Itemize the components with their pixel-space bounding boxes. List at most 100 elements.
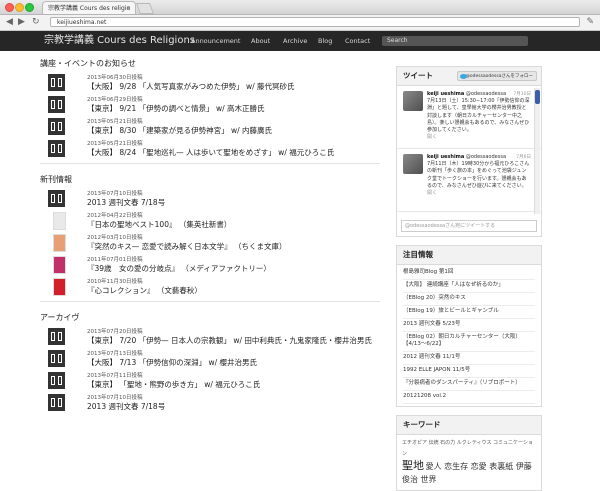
tweet-user-name[interactable]: keiji ueshima (427, 154, 464, 160)
post-title-link[interactable]: 『日本の聖地ベスト100』 （集英社新書） (87, 219, 231, 230)
post-title-link[interactable]: 【東京】 「聖地・熊野の歩き方」 w/ 福元ひろこ氏 (87, 379, 260, 390)
tweet-user-name[interactable]: keiji ueshima (427, 91, 464, 97)
tweet-body: 7月11日（木）19時30分から福元ひろこさんの新刊「歩く旅の本」をめぐって池袋… (427, 161, 530, 189)
book-cover-thumbnail[interactable] (53, 234, 66, 252)
address-bar[interactable]: keijiueshima.net (50, 17, 580, 27)
forward-icon[interactable]: ▶ (18, 17, 25, 27)
post-title-link[interactable]: 【大阪】 7/13 「伊勢信仰の深淵」 w/ 櫻井治男氏 (87, 357, 257, 368)
post-thumbnail-icon[interactable] (48, 190, 65, 207)
tweet-date[interactable]: 7月6日 (516, 154, 531, 160)
close-window-button[interactable] (5, 3, 14, 12)
window-titlebar: 宗教学講義 Cours des religio × (0, 0, 600, 15)
post-title-link[interactable]: 『39歳 女の愛の分岐点』 （メディアファクトリー） (87, 263, 271, 274)
list-item[interactable]: 2012年03月10日投稿 『突然のキス— 恋愛で読み解く日本文学』 （ちくま文庫… (40, 232, 380, 254)
avatar[interactable] (403, 154, 423, 174)
new-tab-button[interactable] (135, 3, 155, 14)
tweet-expand-link[interactable]: 開く (427, 190, 437, 196)
book-cover-thumbnail[interactable] (53, 278, 66, 296)
follow-button[interactable]: @odessaodessaさんをフォロー (457, 71, 537, 81)
post-title-link[interactable]: 【東京】 8/30 「建築家が見る伊勢神宮」 w/ 内藤廣氏 (87, 125, 272, 136)
post-title-link[interactable]: 2013 週刊文春 7/18号 (87, 401, 165, 412)
post-date: 2013年05月21日投稿 (87, 119, 143, 125)
list-item[interactable]: 2013年05月21日投稿 【東京】 8/30 「建築家が見る伊勢神宮」 w/ 内… (40, 116, 380, 138)
post-title-link[interactable]: 『突然のキス— 恋愛で読み解く日本文学』 （ちくま文庫） (87, 241, 287, 252)
minimize-window-button[interactable] (15, 3, 24, 12)
post-title-link[interactable]: 【東京】 9/21 「伊勢の調べと情景」 w/ 高木正勝氏 (87, 103, 265, 114)
noted-link[interactable]: （EBlog 20）突然のキス (403, 293, 535, 306)
post-thumbnail-icon[interactable] (48, 140, 65, 157)
list-item[interactable]: 2012年04月22日投稿 『日本の聖地ベスト100』 （集英社新書） (40, 210, 380, 232)
archive-heading: アーカイヴ (40, 313, 80, 322)
post-title-link[interactable]: 2013 週刊文春 7/18号 (87, 197, 165, 208)
publications-heading: 新刊情報 (40, 175, 72, 184)
post-date: 2013年07月10日投稿 (87, 395, 143, 401)
noted-list: 根島雅司Blog 第1回 【大阪】 連続講座「人はなぜ祈るのか」 （EBlog 20… (397, 265, 541, 406)
zoom-window-button[interactable] (25, 3, 34, 12)
post-thumbnail-icon[interactable] (48, 328, 65, 345)
noted-link[interactable]: 2012 週刊文春 11/1号 (403, 352, 535, 365)
divider (40, 163, 380, 164)
list-item[interactable]: 2013年07月11日投稿 【東京】 「聖地・熊野の歩き方」 w/ 福元ひろこ氏 (40, 370, 380, 392)
nav-announcement[interactable]: Announcement (191, 31, 240, 51)
browser-tab[interactable]: 宗教学講義 Cours des religio × (42, 1, 136, 14)
book-cover-thumbnail[interactable] (53, 212, 66, 230)
avatar[interactable] (403, 91, 423, 111)
tweet-timeline[interactable]: keiji ueshima @odessaodessa 7月10日 7月13日（… (397, 86, 541, 216)
wrench-icon[interactable]: ✎ (586, 17, 594, 27)
post-date: 2013年05月21日投稿 (87, 141, 143, 147)
noted-link[interactable]: 『分裂病者のダンスパーティ』（リブロポート） (403, 378, 535, 391)
post-title-link[interactable]: 【大阪】 8/24 「聖地巡礼— 人は歩いて聖地をめざす」 w/ 福元ひろこ氏 (87, 147, 334, 158)
list-item[interactable]: 2013年05月21日投稿 【大阪】 8/24 「聖地巡礼— 人は歩いて聖地をめざ… (40, 138, 380, 160)
list-item[interactable]: 2011年07月01日投稿 『39歳 女の愛の分岐点』 （メディアファクトリー） (40, 254, 380, 276)
noted-heading: 注目情報 (397, 246, 541, 265)
post-thumbnail-icon[interactable] (48, 372, 65, 389)
noted-link[interactable]: （EBlog 02）朝日カルチャーセンター（大阪）【4/13〜6/22】 (403, 332, 535, 352)
list-item[interactable]: 2010年11月30日投稿 『心コレクション』 （文藝春秋） (40, 276, 380, 298)
keyword-cloud: エチオピア 伝統 石の力 ルクレティウス コミュニケーション 聖地 愛人 恋生存… (397, 435, 541, 490)
back-icon[interactable]: ◀ (6, 17, 13, 27)
tweet-date[interactable]: 7月10日 (513, 91, 531, 97)
tweet-text: 7月11日（木）19時30分から福元ひろこさんの新刊「歩く旅の本」をめぐって池袋… (427, 161, 531, 197)
post-title-link[interactable]: 【大阪】 9/28 「人気写真家がみつめた伊勢」 w/ 藤代冥砂氏 (87, 81, 295, 92)
keyword-big[interactable]: 聖地 (402, 459, 424, 472)
noted-link[interactable]: （EBlog 19）旅とビールとギャンブル (403, 306, 535, 319)
noted-link[interactable]: 【大阪】 連続講座「人はなぜ祈るのか」 (403, 280, 535, 293)
post-thumbnail-icon[interactable] (48, 118, 65, 135)
tweet-text: 7月13日（土）15:30−17:00「伊勢信仰の深淵」と題して、皇學館大学の櫻… (427, 98, 531, 142)
post-thumbnail-icon[interactable] (48, 96, 65, 113)
noted-link[interactable]: 2013 週刊文春 5/23号 (403, 319, 535, 332)
noted-link[interactable]: 20121208 vol.2 (403, 391, 535, 404)
search-input[interactable]: Search (382, 36, 528, 46)
post-thumbnail-icon[interactable] (48, 74, 65, 91)
reload-icon[interactable]: ↻ (32, 17, 40, 27)
nav-about[interactable]: About (251, 31, 270, 51)
list-item[interactable]: 2013年07月20日投稿 【東京】 7/20 「伊勢— 日本人の宗教観」 w/ … (40, 326, 380, 348)
browser-toolbar: ◀ ▶ ↻ keijiueshima.net ✎ (0, 15, 600, 31)
post-title-link[interactable]: 『心コレクション』 （文藝春秋） (87, 285, 202, 296)
list-item[interactable]: 2013年06月30日投稿 【大阪】 9/28 「人気写真家がみつめた伊勢」 w/… (40, 72, 380, 94)
keyword-line[interactable]: エチオピア 伝統 石の力 ルクレティウス コミュニケーション (402, 440, 533, 457)
scrollbar-thumb[interactable] (535, 90, 540, 104)
book-cover-thumbnail[interactable] (53, 256, 66, 274)
post-title-link[interactable]: 【東京】 7/20 「伊勢— 日本人の宗教観」 w/ 田中利典氏・九鬼家隆氏・櫻… (87, 335, 372, 346)
tweet-handle[interactable]: @odessaodessa (466, 91, 506, 97)
nav-contact[interactable]: Contact (345, 31, 370, 51)
site-navbar: 宗教学講義 Cours des Religions Announcement A… (0, 31, 600, 51)
site-brand[interactable]: 宗教学講義 Cours des Religions (44, 31, 195, 51)
nav-blog[interactable]: Blog (318, 31, 332, 51)
tweet-handle[interactable]: @odessaodessa (466, 154, 506, 160)
noted-link[interactable]: 根島雅司Blog 第1回 (403, 267, 535, 280)
list-item[interactable]: 2013年07月10日投稿 2013 週刊文春 7/18号 (40, 392, 380, 414)
list-item[interactable]: 2013年06月29日投稿 【東京】 9/21 「伊勢の調べと情景」 w/ 高木正… (40, 94, 380, 116)
nav-archive[interactable]: Archive (283, 31, 307, 51)
list-item[interactable]: 2013年07月10日投稿 2013 週刊文春 7/18号 (40, 188, 380, 210)
post-thumbnail-icon[interactable] (48, 394, 65, 411)
list-item[interactable]: 2013年07月13日投稿 【大阪】 7/13 「伊勢信仰の深淵」 w/ 櫻井治男… (40, 348, 380, 370)
archive-list: 2013年07月20日投稿 【東京】 7/20 「伊勢— 日本人の宗教観」 w/ … (40, 326, 380, 414)
post-thumbnail-icon[interactable] (48, 350, 65, 367)
noted-link[interactable]: 1992 ELLE JAPON 11/5号 (403, 365, 535, 378)
tweet-expand-link[interactable]: 開く (427, 134, 437, 140)
tweet-input[interactable]: @odessaodessaさん宛にツイートする (401, 220, 537, 232)
tab-close-icon[interactable]: × (126, 2, 131, 14)
tweet-scrollbar[interactable] (534, 88, 540, 214)
